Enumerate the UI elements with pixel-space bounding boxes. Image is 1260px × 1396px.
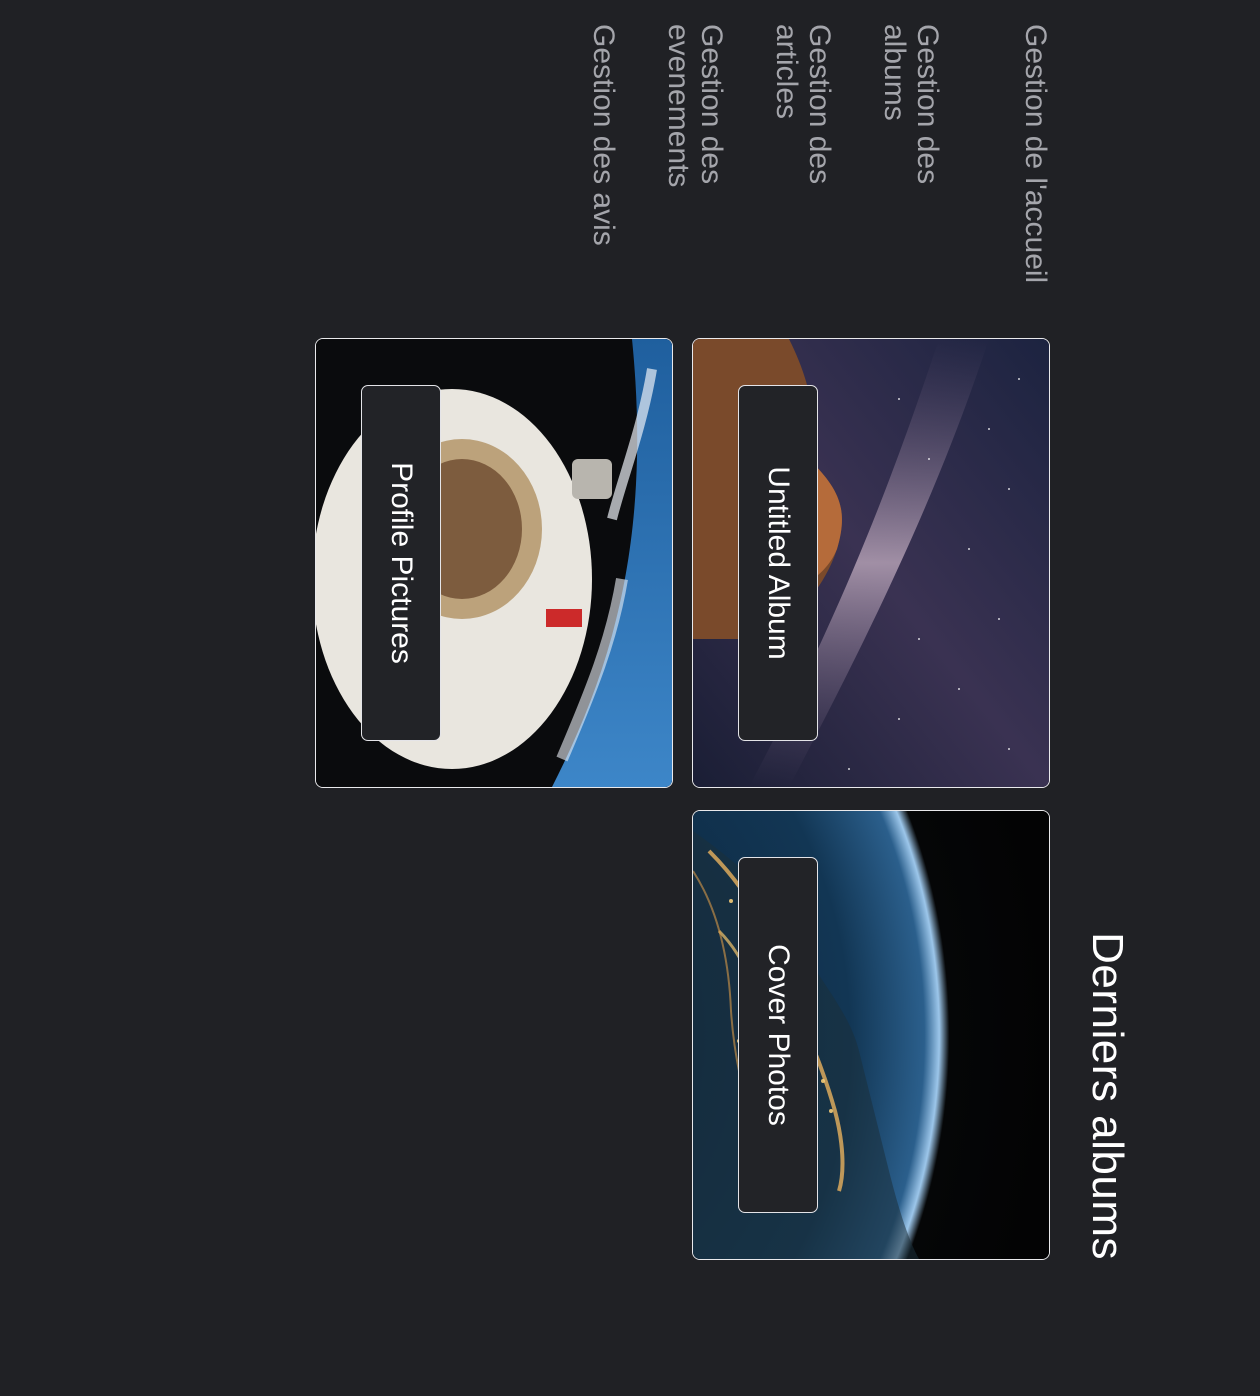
album-title: Cover Photos <box>738 857 818 1213</box>
album-card-cover-photos[interactable]: Cover Photos <box>692 810 1050 1260</box>
sidebar-item-albums[interactable]: Gestion des albums <box>878 24 944 284</box>
sidebar-nav: Gestion de l'accueil Gestion des albums … <box>0 0 1260 300</box>
album-card-untitled-album[interactable]: Untitled Album <box>692 338 1050 788</box>
sidebar-item-accueil[interactable]: Gestion de l'accueil <box>1019 24 1052 284</box>
sidebar-item-evenements[interactable]: Gestion des evenements <box>662 24 728 284</box>
sidebar-item-articles[interactable]: Gestion des articles <box>770 24 836 284</box>
sidebar-item-avis[interactable]: Gestion des avis <box>587 24 620 284</box>
album-card-profile-pictures[interactable]: Profile Pictures <box>315 338 673 788</box>
album-title: Profile Pictures <box>361 385 441 741</box>
app-screen: Gestion de l'accueil Gestion des albums … <box>0 0 1260 1396</box>
page-title: Derniers albums <box>1083 932 1132 1260</box>
album-title: Untitled Album <box>738 385 818 741</box>
